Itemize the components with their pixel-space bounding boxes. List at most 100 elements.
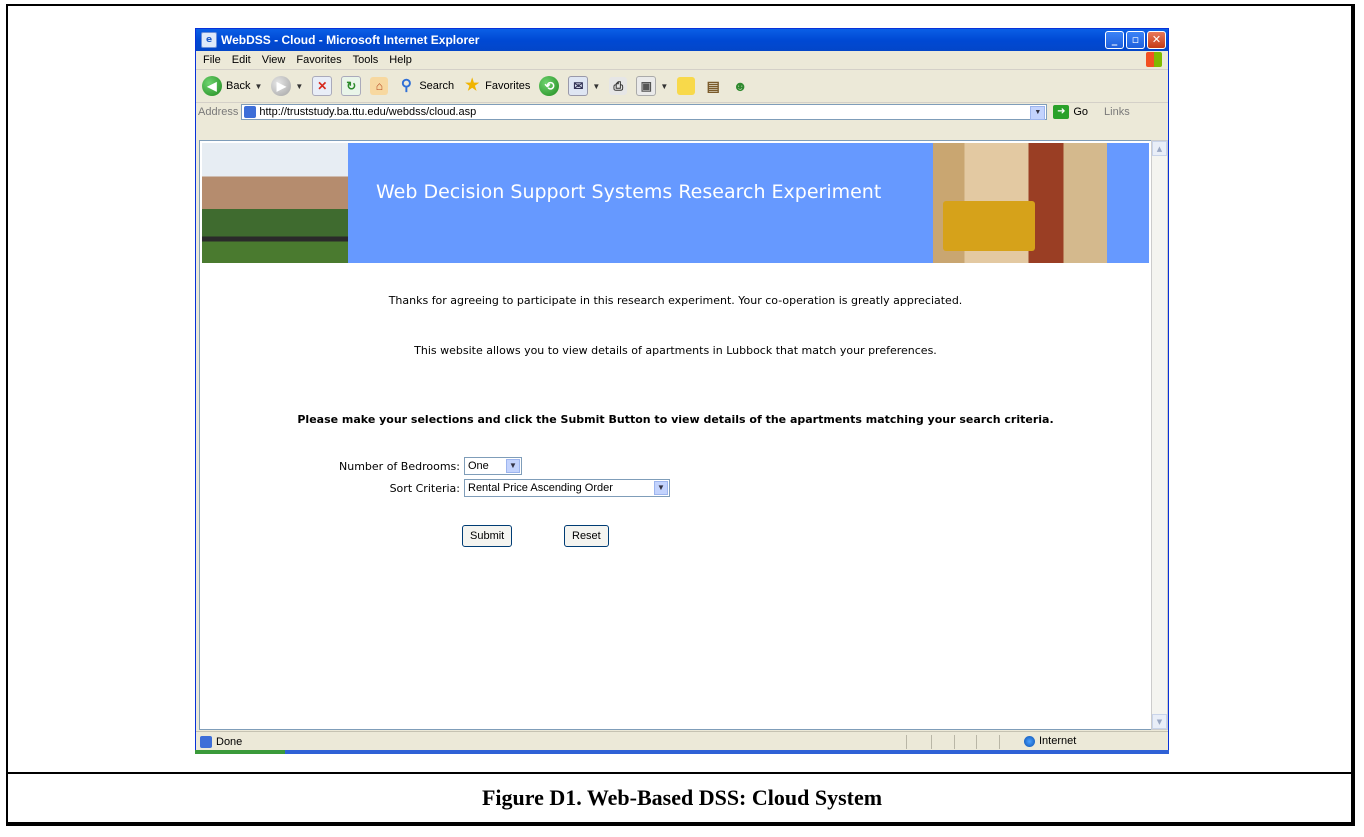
sort-label: Sort Criteria: — [389, 481, 460, 495]
windows-logo-icon — [1146, 52, 1162, 67]
edit-button[interactable]: ▣ ▼ — [636, 76, 668, 96]
stop-button[interactable]: ✕ — [312, 76, 333, 96]
mail-icon: ✉ — [568, 76, 589, 96]
history-icon: ⟲ — [539, 76, 560, 96]
page-viewport: Web Decision Support Systems Research Ex… — [199, 140, 1152, 730]
search-icon: ⚲ — [400, 77, 412, 94]
apartment-building-image — [202, 143, 348, 263]
thanks-text: Thanks for agreeing to participate in th… — [388, 294, 963, 307]
title-bar: e WebDSS - Cloud - Microsoft Internet Ex… — [196, 29, 1168, 51]
security-zone: Internet — [1024, 735, 1076, 747]
stop-icon: ✕ — [312, 76, 333, 96]
sort-value: Rental Price Ascending Order — [468, 482, 613, 494]
menu-view[interactable]: View — [262, 54, 286, 66]
bedrooms-select[interactable]: One ▼ — [464, 457, 522, 475]
bedrooms-label: Number of Bedrooms: — [339, 459, 460, 473]
refresh-button[interactable]: ↻ — [341, 76, 362, 96]
sort-select[interactable]: Rental Price Ascending Order ▼ — [464, 479, 670, 497]
address-url: http://truststudy.ba.ttu.edu/webdss/clou… — [259, 106, 477, 118]
figure-caption: Figure D1. Web-Based DSS: Cloud System — [481, 785, 883, 810]
discuss-button[interactable] — [677, 77, 696, 95]
status-bar: Done Internet — [196, 731, 1168, 752]
star-icon: ★ — [465, 77, 480, 94]
status-separator — [954, 735, 955, 749]
search-label: Search — [419, 80, 455, 92]
figure-divider — [8, 772, 1353, 774]
zone-label: Internet — [1039, 735, 1077, 747]
note-icon — [677, 77, 696, 95]
scroll-down-icon[interactable]: ▼ — [1152, 714, 1167, 729]
menu-tools[interactable]: Tools — [353, 54, 379, 66]
menu-file[interactable]: File — [203, 54, 221, 66]
address-input[interactable]: http://truststudy.ba.ttu.edu/webdss/clou… — [241, 104, 1048, 120]
taskbar-strip — [195, 750, 1169, 754]
bedrooms-value: One — [468, 460, 489, 472]
status-text: Done — [216, 736, 243, 748]
mail-button[interactable]: ✉ ▼ — [568, 76, 600, 96]
printer-icon: ⎙ — [609, 77, 628, 95]
sort-row: Sort Criteria: Rental Price Ascending Or… — [200, 479, 670, 497]
back-arrow-icon: ◀ — [202, 76, 222, 96]
favorites-button[interactable]: ★ Favorites — [463, 77, 530, 95]
edit-icon: ▣ — [636, 76, 657, 96]
forward-button[interactable]: ▶ ▼ — [271, 76, 303, 96]
ie-app-icon: e — [201, 32, 217, 48]
menu-favorites[interactable]: Favorites — [296, 54, 341, 66]
menu-help[interactable]: Help — [389, 54, 412, 66]
address-label: Address — [198, 106, 239, 118]
scroll-up-icon[interactable]: ▲ — [1152, 141, 1167, 156]
globe-icon — [1024, 735, 1035, 747]
window-title: WebDSS - Cloud - Microsoft Internet Expl… — [221, 33, 480, 47]
vertical-scrollbar[interactable]: ▲ ▼ — [1151, 140, 1168, 730]
home-button[interactable]: ⌂ — [370, 77, 389, 95]
status-separator — [931, 735, 932, 749]
chevron-down-icon[interactable]: ▼ — [1030, 106, 1046, 120]
bed-graphic — [943, 201, 1035, 251]
page-done-icon — [200, 736, 212, 748]
search-button[interactable]: ⚲ Search — [397, 77, 454, 95]
menu-edit[interactable]: Edit — [232, 54, 251, 66]
chevron-down-icon: ▼ — [654, 481, 668, 495]
bedroom-image — [933, 143, 1107, 263]
minimize-button[interactable]: _ — [1105, 31, 1124, 49]
maximize-button[interactable]: ▫ — [1126, 31, 1145, 49]
research-icon: ▤ — [706, 78, 720, 94]
chevron-down-icon: ▼ — [506, 459, 520, 473]
favorites-label: Favorites — [485, 80, 531, 92]
bedrooms-row: Number of Bedrooms: One ▼ — [200, 457, 522, 475]
standard-toolbar: ◀ Back ▼ ▶ ▼ ✕ ↻ ⌂ ⚲ Search ★ Favorites … — [196, 70, 1168, 103]
history-button[interactable]: ⟲ — [539, 76, 560, 96]
page-icon — [244, 106, 257, 118]
print-button[interactable]: ⎙ — [609, 77, 628, 95]
status-separator — [999, 735, 1000, 749]
menu-bar: File Edit View Favorites Tools Help — [196, 51, 1168, 70]
browser-window: e WebDSS - Cloud - Microsoft Internet Ex… — [195, 28, 1169, 753]
refresh-icon: ↻ — [341, 76, 362, 96]
status-separator — [906, 735, 907, 749]
go-label: Go — [1073, 106, 1089, 118]
chevron-down-icon: ▼ — [254, 81, 263, 91]
banner-title: Web Decision Support Systems Research Ex… — [376, 181, 882, 203]
intro-text: This website allows you to view details … — [414, 344, 937, 357]
home-icon: ⌂ — [370, 77, 389, 95]
back-button[interactable]: ◀ Back ▼ — [202, 76, 262, 96]
go-button[interactable]: ➜ Go — [1053, 105, 1088, 119]
reset-button[interactable]: Reset — [564, 525, 609, 547]
go-arrow-icon: ➜ — [1053, 105, 1070, 119]
status-separator — [976, 735, 977, 749]
links-button[interactable]: Links — [1104, 106, 1130, 118]
instructions-text: Please make your selections and click th… — [297, 413, 1054, 426]
chevron-down-icon: ▼ — [295, 81, 304, 91]
window-controls: _ ▫ ✕ — [1105, 31, 1166, 49]
submit-button[interactable]: Submit — [462, 525, 513, 547]
messenger-button[interactable]: ☻ — [731, 77, 749, 95]
back-label: Back — [226, 80, 251, 92]
close-button[interactable]: ✕ — [1147, 31, 1166, 49]
page-banner: Web Decision Support Systems Research Ex… — [202, 143, 1149, 263]
research-button[interactable]: ▤ — [704, 77, 722, 95]
messenger-icon: ☻ — [732, 78, 748, 94]
chevron-down-icon: ▼ — [592, 81, 601, 91]
address-bar: Address http://truststudy.ba.ttu.edu/web… — [196, 103, 1168, 121]
forward-arrow-icon: ▶ — [271, 76, 292, 96]
chevron-down-icon: ▼ — [660, 81, 669, 91]
